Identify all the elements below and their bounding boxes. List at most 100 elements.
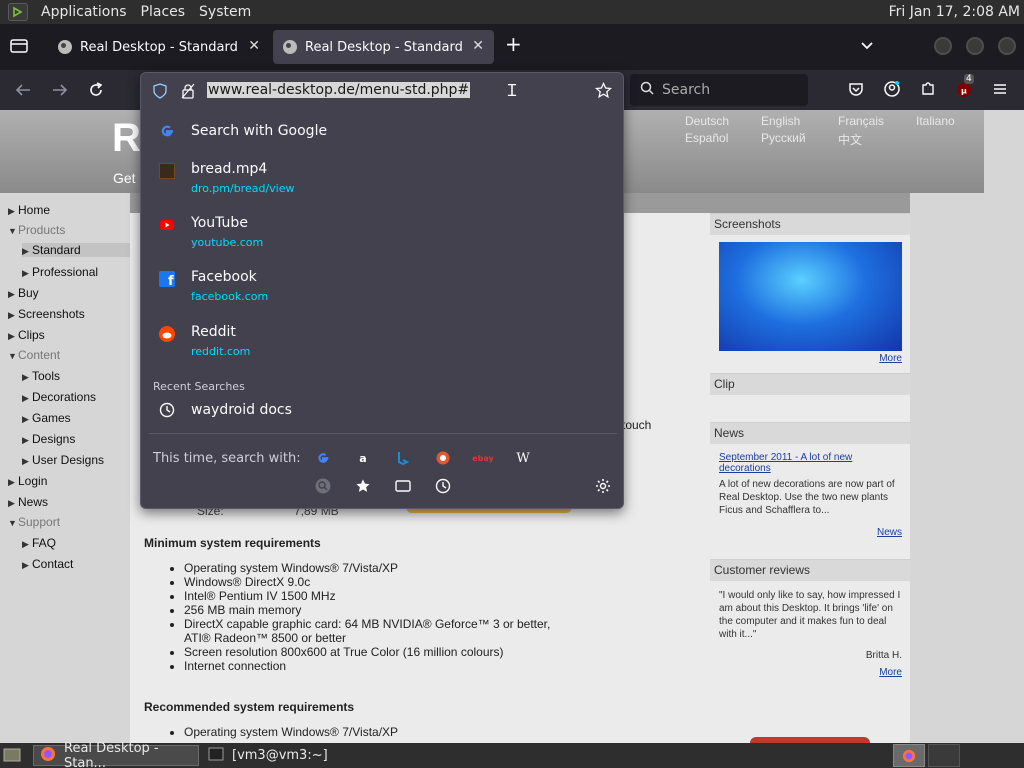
url-input[interactable]: www.real-desktop.de/menu-std.php# Ｉ xyxy=(141,73,623,109)
news-link[interactable]: September 2011 - A lot of new decoration… xyxy=(719,452,899,474)
nav-contact[interactable]: ▶ Contact xyxy=(22,557,73,571)
screenshot-thumbnail[interactable] xyxy=(719,242,902,351)
taskbar-item-terminal[interactable]: [vm3@vm3:~] xyxy=(206,745,376,766)
lang-link-russian[interactable]: Русский xyxy=(761,131,806,145)
lang-link-espanol[interactable]: Español xyxy=(685,131,728,145)
lang-link-english[interactable]: English xyxy=(761,114,800,128)
divider xyxy=(149,433,617,434)
list-item: Operating system Windows® 7/Vista/XP xyxy=(184,561,564,575)
list-item: Operating system Windows® 7/Vista/XP xyxy=(184,725,564,739)
pocket-icon[interactable] xyxy=(848,81,864,101)
list-all-tabs-chevron-icon[interactable] xyxy=(860,36,874,55)
close-tab-icon[interactable]: ✕ xyxy=(248,38,260,54)
urlbar-dropdown: www.real-desktop.de/menu-std.php# Ｉ Sear… xyxy=(140,72,624,509)
reviews-more-link[interactable]: More xyxy=(879,667,902,678)
clock[interactable]: Fri Jan 17, 2:08 AM xyxy=(889,4,1020,20)
lang-link-francais[interactable]: Français xyxy=(838,114,884,128)
min-req-title: Minimum system requirements xyxy=(144,536,321,550)
list-item: Intel® Pentium IV 1500 MHz xyxy=(184,589,564,603)
nav-content[interactable]: ▼Content xyxy=(8,348,60,362)
places-menu[interactable]: Places xyxy=(134,4,193,20)
applications-menu[interactable]: Applications xyxy=(34,4,134,20)
result-search-google[interactable]: Search with Google xyxy=(141,123,623,143)
workspace-switcher-2[interactable] xyxy=(928,744,960,767)
nav-login[interactable]: ▶ Login xyxy=(8,474,47,488)
ebay-engine-icon[interactable]: ebay xyxy=(472,450,494,466)
lang-link-chinese[interactable]: 中文 xyxy=(838,131,862,148)
result-bread[interactable]: bread.mp4 dro.pm/bread/view xyxy=(141,161,623,197)
lang-link-deutsch[interactable]: Deutsch xyxy=(685,114,729,128)
bing-engine-icon[interactable] xyxy=(395,450,411,466)
site-permissions-icon[interactable] xyxy=(181,83,195,103)
site-favicon-icon xyxy=(58,40,72,54)
maximize-window-button[interactable] xyxy=(966,37,984,55)
back-arrow-icon[interactable] xyxy=(14,81,32,103)
result-reddit[interactable]: Reddit reddit.com xyxy=(141,324,623,360)
new-tab-button[interactable]: + xyxy=(505,32,522,56)
nav-products[interactable]: ▼Products xyxy=(8,223,65,237)
system-menu[interactable]: System xyxy=(192,4,258,20)
bookmarks-star-icon[interactable] xyxy=(355,478,371,494)
forward-arrow-icon[interactable] xyxy=(51,81,69,103)
nav-clips[interactable]: ▶ Clips xyxy=(8,328,45,342)
review-text: "I would only like to say, how impressed… xyxy=(719,590,901,640)
firefox-view-icon[interactable] xyxy=(10,38,28,58)
search-engine-search-icon[interactable] xyxy=(315,478,331,494)
nav-buy[interactable]: ▶ Buy xyxy=(8,286,39,300)
search-with-label: This time, search with: xyxy=(153,451,301,466)
history-icon[interactable] xyxy=(435,478,451,494)
review-author: Britta H. xyxy=(865,650,902,661)
nav-faq[interactable]: ▶ FAQ xyxy=(22,536,56,550)
news-more-link[interactable]: News xyxy=(877,527,902,538)
account-icon[interactable] xyxy=(884,81,900,101)
recent-search-item[interactable]: waydroid docs xyxy=(141,402,623,422)
close-window-button[interactable] xyxy=(998,37,1016,55)
wikipedia-engine-icon[interactable]: W xyxy=(515,450,531,466)
nav-designs[interactable]: ▶ Designs xyxy=(22,432,75,446)
result-title: Search with Google xyxy=(191,123,328,139)
screenshots-more-link[interactable]: More xyxy=(879,353,902,364)
result-youtube[interactable]: YouTube youtube.com xyxy=(141,215,623,251)
workspace-switcher-1[interactable] xyxy=(893,744,925,767)
tab-real-desktop-1[interactable]: Real Desktop - Standard ✕ xyxy=(48,30,270,64)
minimize-window-button[interactable] xyxy=(934,37,952,55)
list-item: Internet connection xyxy=(184,659,564,673)
distro-logo-icon[interactable] xyxy=(8,3,28,21)
result-url: dro.pm/bread/view xyxy=(191,182,295,195)
hamburger-menu-icon[interactable] xyxy=(992,81,1008,101)
url-text[interactable]: www.real-desktop.de/menu-std.php# xyxy=(207,82,471,98)
nav-user-designs[interactable]: ▶ User Designs xyxy=(22,453,104,467)
tabs-icon[interactable] xyxy=(395,478,411,494)
partial-text: touch xyxy=(622,418,652,432)
nav-games[interactable]: ▶ Games xyxy=(22,411,71,425)
recent-searches-header: Recent Searches xyxy=(153,380,245,393)
search-settings-gear-icon[interactable] xyxy=(595,478,611,494)
duckduckgo-engine-icon[interactable] xyxy=(435,450,451,466)
show-desktop-icon[interactable] xyxy=(3,747,21,767)
bookmark-star-icon[interactable] xyxy=(594,81,613,103)
extensions-badge: 4 xyxy=(964,74,974,84)
nav-support[interactable]: ▼Support xyxy=(8,515,60,529)
result-facebook[interactable]: f Facebook facebook.com xyxy=(141,269,623,305)
taskbar-item-firefox[interactable]: Real Desktop - Stan... xyxy=(33,741,199,768)
nav-decorations[interactable]: ▶ Decorations xyxy=(22,390,96,404)
nav-tools[interactable]: ▶ Tools xyxy=(22,369,60,383)
google-icon xyxy=(159,123,175,139)
reload-icon[interactable] xyxy=(87,81,105,103)
nav-home[interactable]: ▶ Home xyxy=(8,203,50,217)
search-bar[interactable]: Search xyxy=(630,74,808,106)
tab-real-desktop-2[interactable]: Real Desktop - Standard ✕ xyxy=(273,30,494,64)
google-engine-icon[interactable] xyxy=(315,450,331,466)
nav-screenshots[interactable]: ▶ Screenshots xyxy=(8,307,85,321)
nav-professional[interactable]: ▶ Professional xyxy=(22,265,98,279)
extensions-puzzle-icon[interactable] xyxy=(920,81,936,101)
tracking-protection-shield-icon[interactable] xyxy=(153,83,167,103)
amazon-engine-icon[interactable]: a xyxy=(355,450,371,466)
site-favicon-icon xyxy=(283,40,297,54)
taskbar-item-label: [vm3@vm3:~] xyxy=(232,748,328,763)
lang-link-italiano[interactable]: Italiano xyxy=(916,114,955,128)
history-clock-icon xyxy=(159,402,175,418)
nav-news[interactable]: ▶ News xyxy=(8,495,48,509)
nav-standard[interactable]: ▶ Standard xyxy=(22,243,140,257)
close-tab-icon[interactable]: ✕ xyxy=(472,38,484,54)
